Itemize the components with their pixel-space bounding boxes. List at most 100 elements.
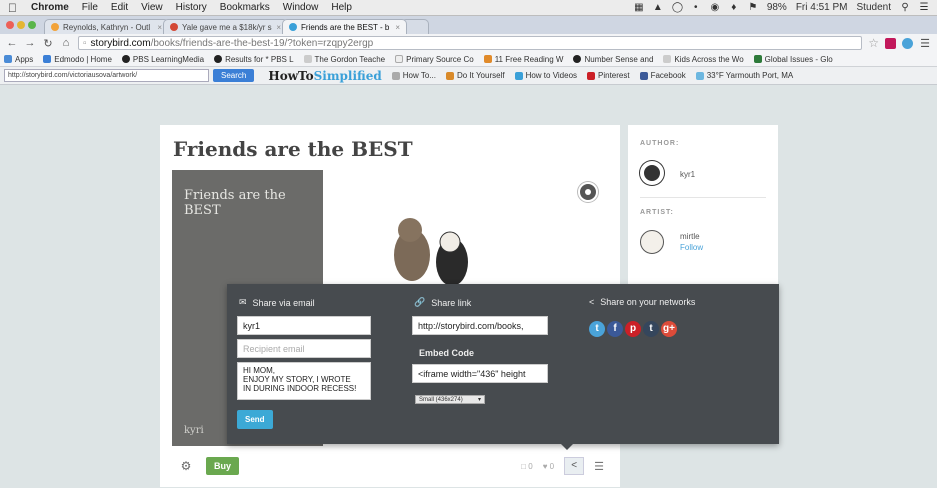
author-name[interactable]: kyr1 [680, 170, 695, 179]
howto-toolbar: http://storybird.com/victoriausova/artwo… [0, 67, 937, 85]
share-link-field[interactable]: http://storybird.com/books, [412, 316, 548, 335]
tab-storybird[interactable]: Friends are the BEST - b × [282, 19, 407, 34]
close-tab-icon[interactable]: × [157, 23, 162, 32]
share-link-heading: 🔗 Share link [414, 297, 472, 308]
cover-title: Friends are the BEST [184, 188, 286, 218]
chrome-menu-icon[interactable]: ☰ [919, 37, 931, 50]
gear-icon[interactable]: ⚙ [178, 458, 194, 474]
comment-count[interactable]: □ 0 [521, 462, 533, 471]
extension-pin-icon[interactable] [902, 37, 913, 49]
close-window-button[interactable] [6, 21, 14, 29]
close-tab-icon[interactable]: × [395, 23, 400, 32]
embed-size-select[interactable]: Small (436x274) ▾ [415, 395, 485, 404]
twitter-icon[interactable]: t [589, 321, 605, 337]
more-menu-icon[interactable]: ☰ [594, 460, 604, 473]
share-icon: < [571, 460, 578, 471]
evernote-icon[interactable]: ▲ [653, 2, 663, 13]
user-name[interactable]: Student [857, 2, 891, 13]
buy-button[interactable]: Buy [206, 457, 240, 475]
author-avatar[interactable] [640, 161, 664, 185]
howto-logo[interactable]: HowToSimplified [268, 69, 381, 83]
bookmark-primary-source[interactable]: Primary Source Co [395, 55, 474, 64]
menu-history[interactable]: History [176, 2, 207, 13]
toolbar-facebook[interactable]: Facebook [639, 71, 686, 80]
menu-app-name[interactable]: Chrome [31, 2, 69, 13]
google-plus-icon[interactable]: g+ [661, 321, 677, 337]
menubar-status-area: ▦ ▲ ◯ • ◉ ♦ ⚑ 98% Fri 4:51 PM Student ⚲ … [634, 2, 929, 13]
menu-file[interactable]: File [82, 2, 98, 13]
battery-status[interactable]: 98% [767, 2, 787, 13]
bookmark-pbs[interactable]: PBS LearningMedia [121, 55, 204, 64]
toolbar-pinterest[interactable]: Pinterest [587, 71, 630, 80]
bookmark-reading[interactable]: 11 Free Reading W [483, 55, 563, 64]
flag-icon[interactable]: ⚑ [748, 2, 758, 13]
sidebar-card: AUTHOR: kyr1 ARTIST: mirtle Follow [628, 125, 778, 310]
send-button[interactable]: Send [237, 410, 273, 429]
forward-icon[interactable]: → [24, 37, 36, 49]
menu-view[interactable]: View [141, 2, 163, 13]
screen-icon[interactable]: ▦ [634, 2, 644, 13]
wifi-icon[interactable]: ◉ [710, 2, 720, 13]
bookmark-number-sense[interactable]: Number Sense and [573, 55, 653, 64]
sender-name-field[interactable]: kyr1 [237, 316, 371, 335]
page-title: Friends are the BEST [173, 137, 413, 161]
zoom-window-button[interactable] [28, 21, 36, 29]
artist-avatar[interactable] [640, 230, 664, 254]
reading-icon [483, 55, 492, 63]
heart-count[interactable]: ♥ 0 [543, 462, 554, 471]
recipient-email-field[interactable]: Recipient email [237, 339, 371, 358]
home-icon[interactable]: ⌂ [60, 37, 72, 49]
page-icon [395, 55, 404, 63]
bookmark-gordon[interactable]: The Gordon Teache [303, 55, 385, 64]
tab-label: Friends are the BEST - b [301, 22, 390, 32]
notification-list-icon[interactable]: ☰ [919, 2, 929, 13]
toolbar-search-button[interactable]: Search [213, 69, 255, 82]
toolbar-diy[interactable]: Do It Yourself [445, 71, 505, 80]
extension-icon[interactable] [885, 37, 896, 49]
apple-icon[interactable]:  [8, 1, 17, 15]
volume-icon[interactable]: ♦ [729, 2, 739, 13]
close-tab-icon[interactable]: × [276, 23, 281, 32]
tab-gmail[interactable]: Yale gave me a $18k/yr s × [163, 19, 288, 34]
menu-window[interactable]: Window [283, 2, 319, 13]
url-bar[interactable]: ▫ storybird.com /books/friends-are-the-b… [78, 36, 863, 50]
artist-name[interactable]: mirtle [680, 232, 700, 241]
tab-outlook[interactable]: Reynolds, Kathryn - Outl × [44, 19, 169, 34]
menu-edit[interactable]: Edit [111, 2, 128, 13]
menu-help[interactable]: Help [331, 2, 352, 13]
spotlight-icon[interactable]: ⚲ [900, 2, 910, 13]
window-controls [6, 21, 36, 29]
follow-link[interactable]: Follow [680, 243, 703, 252]
share-button[interactable]: < [564, 457, 585, 475]
timemachine-icon[interactable]: ◯ [672, 2, 683, 13]
cover-play-button[interactable] [578, 182, 598, 202]
minimize-window-button[interactable] [17, 21, 25, 29]
url-path: /books/friends-are-the-best-19/?token=rz… [150, 37, 374, 49]
embed-code-field[interactable]: <iframe width="436" height [412, 364, 548, 383]
pbs-icon [214, 55, 223, 63]
toolbar-url-field[interactable]: http://storybird.com/victoriausova/artwo… [4, 69, 209, 82]
apps-grid-icon [4, 55, 12, 63]
bookmark-global-issues[interactable]: Global Issues - Glo [753, 55, 833, 64]
toolbar-howto[interactable]: How To... [391, 71, 436, 80]
clock[interactable]: Fri 4:51 PM [796, 2, 848, 13]
toolbar-weather[interactable]: 33°F Yarmouth Port, MA [695, 71, 793, 80]
bluetooth-icon[interactable]: • [691, 2, 701, 13]
comment-icon: □ [521, 461, 526, 471]
tab-bar: Reynolds, Kathryn - Outl × Yale gave me … [0, 16, 937, 34]
tumblr-icon[interactable]: t [643, 321, 659, 337]
menu-bookmarks[interactable]: Bookmarks [220, 2, 270, 13]
back-icon[interactable]: ← [6, 37, 18, 49]
facebook-icon[interactable]: f [607, 321, 623, 337]
embed-code-heading: Embed Code [419, 348, 475, 358]
bookmark-kids-across[interactable]: Kids Across the Wo [663, 55, 744, 64]
bookmark-apps[interactable]: Apps [4, 55, 33, 64]
bookmark-edmodo[interactable]: Edmodo | Home [43, 55, 112, 64]
bookmark-pbs-results[interactable]: Results for * PBS L [214, 55, 294, 64]
reload-icon[interactable]: ↻ [42, 37, 54, 50]
pinterest-icon[interactable]: p [625, 321, 641, 337]
toolbar-videos[interactable]: How to Videos [514, 71, 577, 80]
outlook-favicon-icon [51, 23, 59, 31]
bookmark-star-icon[interactable]: ☆ [868, 36, 879, 50]
message-field[interactable]: HI MOM, ENJOY MY STORY, I WROTE IN DURIN… [237, 362, 371, 400]
